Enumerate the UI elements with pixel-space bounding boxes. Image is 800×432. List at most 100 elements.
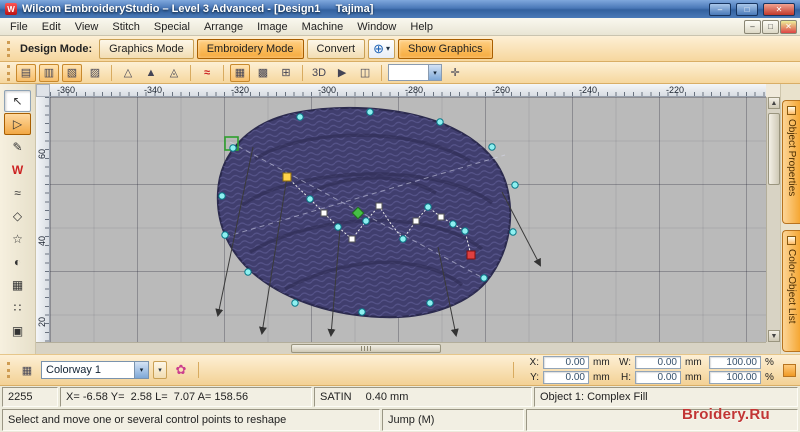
menu-view[interactable]: View <box>68 19 106 35</box>
mesh-view-icon[interactable]: ◬ <box>164 64 184 82</box>
tab-label: Object Properties <box>786 119 797 197</box>
scale-x-unit: % <box>765 357 774 368</box>
show-design-icon[interactable]: ▤ <box>16 63 36 82</box>
snap-to-grid-icon[interactable]: ▩ <box>253 64 273 82</box>
ruler-label: -360 <box>57 85 76 95</box>
graphics-mode-button[interactable]: Graphics Mode <box>99 38 194 59</box>
scale-y-unit: % <box>765 372 774 383</box>
shape-tool-button[interactable]: ◇ <box>4 205 31 227</box>
run-stitch-tool-button[interactable]: ≈ <box>4 182 31 204</box>
show-grid-icon[interactable]: ▦ <box>230 63 250 82</box>
prompt-bar: Select and move one or several control p… <box>0 408 800 432</box>
h-field[interactable]: 0.00 <box>635 371 681 384</box>
auto-scroll-icon[interactable]: ✛ <box>445 64 465 82</box>
scroll-up-icon[interactable]: ▲ <box>768 97 780 109</box>
color-wheel-icon[interactable]: ✿ <box>171 361 191 379</box>
star-tool-button[interactable]: ☆ <box>4 228 31 250</box>
show-graphics-button[interactable]: Show Graphics <box>398 38 493 59</box>
menu-file[interactable]: File <box>3 19 35 35</box>
scale-x-field[interactable]: 100.00 <box>709 356 761 369</box>
zoom-combo[interactable]: ▾ <box>388 64 443 81</box>
machine-function: Jump (M) <box>382 409 524 431</box>
maximize-button[interactable]: □ <box>736 2 758 16</box>
show-artistic-view-icon[interactable]: ▥ <box>39 63 59 82</box>
h-unit: mm <box>685 372 702 383</box>
ruler-label: 60 <box>37 149 47 160</box>
menu-bar: File Edit View Stitch Special Arrange Im… <box>0 18 800 36</box>
close-button[interactable]: ✕ <box>763 2 795 16</box>
outline-tool-button[interactable]: ▣ <box>4 320 31 342</box>
menu-stitch[interactable]: Stitch <box>105 19 147 35</box>
globe-dropdown-button[interactable]: ⊕ ▾ <box>368 38 395 59</box>
vertical-scroll-thumb[interactable] <box>768 113 780 185</box>
app-window: W Wilcom EmbroideryStudio – Level 3 Adva… <box>0 0 800 432</box>
mode-toolbar: Design Mode: Graphics Mode Embroidery Mo… <box>0 36 800 62</box>
tab-object-properties[interactable]: Object Properties <box>782 100 800 224</box>
tab-color-object-list[interactable]: Color-Object List <box>782 230 800 352</box>
digitize-tool-button[interactable]: ✎ <box>4 136 31 158</box>
x-unit: mm <box>593 357 610 368</box>
ruler-origin-box[interactable] <box>36 84 50 97</box>
globe-icon: ⊕ <box>373 41 384 56</box>
w-field[interactable]: 0.00 <box>635 356 681 369</box>
panel-corner-button[interactable] <box>783 363 796 377</box>
menu-help[interactable]: Help <box>403 19 440 35</box>
embroidery-mode-button[interactable]: Embroidery Mode <box>196 38 304 59</box>
show-guidelines-icon[interactable]: ⊞ <box>276 64 296 82</box>
mdi-close-button[interactable]: ✕ <box>780 19 797 34</box>
end-point-handle[interactable] <box>466 250 476 260</box>
horizontal-scrollbar[interactable] <box>36 342 766 354</box>
penetration-tool-button[interactable]: ∷ <box>4 297 31 319</box>
menu-window[interactable]: Window <box>350 19 403 35</box>
minimize-button[interactable]: – <box>709 2 731 16</box>
right-dock-rail: Object Properties Color-Object List <box>780 84 800 354</box>
scroll-down-icon[interactable]: ▼ <box>768 330 780 342</box>
start-point-handle[interactable] <box>282 172 292 182</box>
chevron-down-icon[interactable]: ▾ <box>134 362 148 378</box>
stitch-type: SATIN <box>320 391 352 403</box>
menu-image[interactable]: Image <box>250 19 295 35</box>
toolbar-grip[interactable] <box>7 40 10 57</box>
reshape-tool-button[interactable]: ▷ <box>4 113 31 135</box>
properties-icon <box>787 106 796 115</box>
object-info: Object 1: Complex Fill <box>534 387 798 407</box>
show-connectors-icon[interactable]: ▲ <box>141 64 161 82</box>
menu-edit[interactable]: Edit <box>35 19 68 35</box>
convert-button[interactable]: Convert <box>306 38 366 59</box>
stitch-edit-tool-button[interactable]: W <box>4 159 31 181</box>
embroidery-object[interactable] <box>216 106 512 319</box>
mirror-tool-button[interactable]: ◐ <box>4 251 31 273</box>
tab-label: Color-Object List <box>786 249 797 324</box>
app-logo-icon: W <box>5 3 17 15</box>
menu-machine[interactable]: Machine <box>295 19 351 35</box>
stitch-angle-icon[interactable]: ≈ <box>197 64 217 82</box>
y-field[interactable]: 0.00 <box>543 371 589 384</box>
show-needle-points-icon[interactable]: △ <box>118 64 138 82</box>
overview-window-icon[interactable]: ◫ <box>355 64 375 82</box>
show-stitches-icon[interactable]: ▧ <box>62 63 82 82</box>
scale-y-field[interactable]: 100.00 <box>709 371 761 384</box>
mdi-restore-button[interactable]: □ <box>762 19 779 34</box>
x-field[interactable]: 0.00 <box>543 356 589 369</box>
title-bar[interactable]: W Wilcom EmbroideryStudio – Level 3 Adva… <box>0 0 800 18</box>
mdi-minimize-button[interactable]: – <box>744 19 761 34</box>
select-tool-button[interactable]: ↖ <box>4 90 31 112</box>
fill-tool-button[interactable]: ▦ <box>4 274 31 296</box>
colorway-dropdown-button[interactable]: ▾ <box>153 361 167 379</box>
three-d-view-button[interactable]: 3D <box>309 64 329 82</box>
colorway-bar: ▦ Colorway 1 ▾ ▾ ✿ X: 0.00 mm W: 0.00 mm… <box>0 354 800 386</box>
show-outlines-icon[interactable]: ▨ <box>85 64 105 82</box>
menu-special[interactable]: Special <box>147 19 197 35</box>
toolbar-grip[interactable] <box>7 64 10 81</box>
vertical-scrollbar[interactable]: ▲ ▼ <box>766 97 780 342</box>
toolbar-grip[interactable] <box>7 362 10 378</box>
watermark: Broidery.Ru <box>681 406 770 423</box>
y-unit: mm <box>593 372 610 383</box>
horizontal-scroll-thumb[interactable] <box>291 344 441 353</box>
menu-arrange[interactable]: Arrange <box>197 19 250 35</box>
palette-grid-icon[interactable]: ▦ <box>17 361 37 379</box>
chevron-down-icon[interactable]: ▾ <box>428 65 442 80</box>
design-canvas[interactable] <box>50 97 766 342</box>
stitch-player-icon[interactable]: ▶ <box>332 64 352 82</box>
colorway-combo[interactable]: Colorway 1 ▾ <box>41 361 149 379</box>
